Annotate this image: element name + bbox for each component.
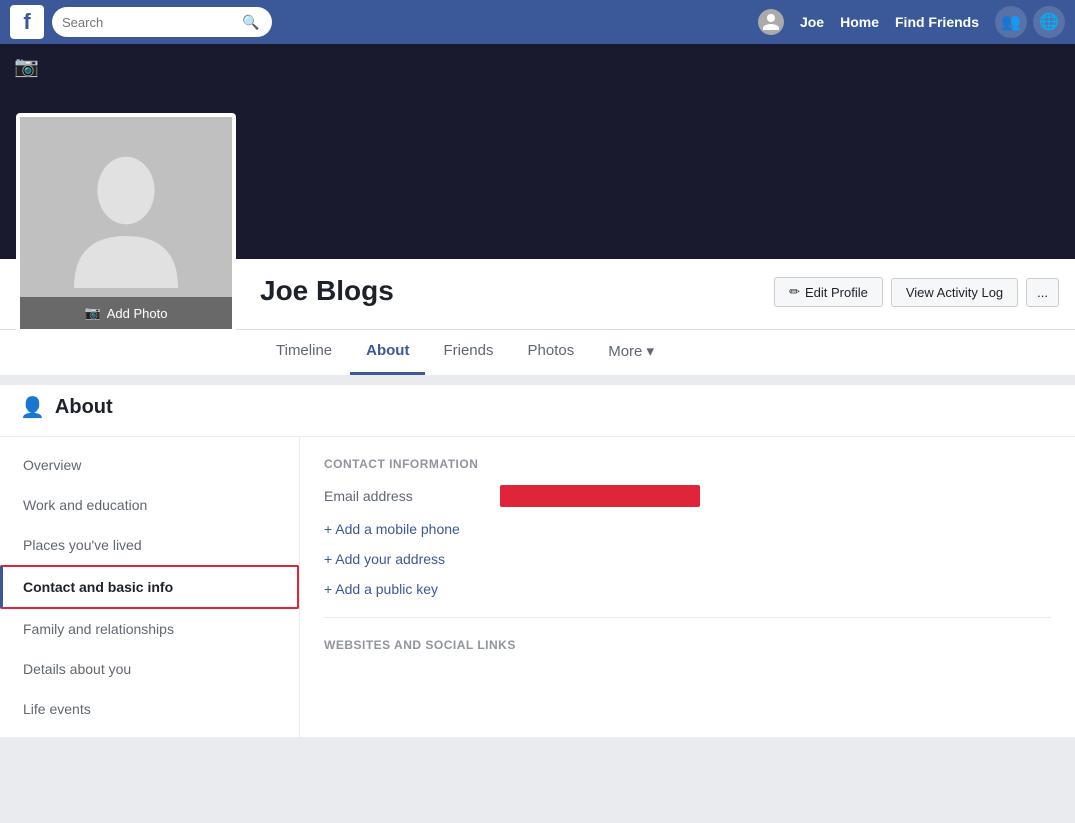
globe-icon[interactable]: 🌐 — [1033, 6, 1065, 38]
search-input[interactable] — [62, 15, 242, 30]
websites-section-label: WEBSITES AND SOCIAL LINKS — [324, 638, 1051, 652]
pencil-icon: ✏ — [789, 284, 800, 300]
sidebar-item-life[interactable]: Life events — [0, 689, 299, 729]
activity-log-label: View Activity Log — [906, 285, 1003, 300]
sidebar-item-work[interactable]: Work and education — [0, 485, 299, 525]
nav-icons: 👥 🌐 — [995, 6, 1065, 38]
about-wrapper: 👤 About Overview Work and education Plac… — [0, 385, 1075, 737]
person-icon: 👤 — [20, 395, 45, 420]
tab-photos[interactable]: Photos — [512, 330, 591, 375]
profile-section: 📷 Add Photo Joe Blogs ✏ Edit Profile Vie… — [0, 259, 1075, 375]
dots-icon: ... — [1037, 285, 1048, 300]
add-key-link[interactable]: + Add a public key — [324, 581, 1051, 597]
cover-camera-icon[interactable]: 📷 — [14, 54, 39, 79]
section-divider — [0, 375, 1075, 385]
profile-tabs: Timeline About Friends Photos More ▾ — [0, 329, 1075, 375]
navbar-home[interactable]: Home — [840, 14, 879, 30]
sidebar-item-overview[interactable]: Overview — [0, 445, 299, 485]
avatar[interactable] — [758, 9, 784, 35]
add-address-link[interactable]: + Add your address — [324, 551, 1051, 567]
section-divider-thin — [324, 617, 1051, 618]
edit-profile-button[interactable]: ✏ Edit Profile — [774, 277, 883, 307]
tab-friends[interactable]: Friends — [427, 330, 509, 375]
activity-log-button[interactable]: View Activity Log — [891, 278, 1018, 307]
about-container: Overview Work and education Places you'v… — [0, 437, 1075, 737]
email-label: Email address — [324, 488, 484, 504]
tab-timeline[interactable]: Timeline — [260, 330, 348, 375]
edit-profile-label: Edit Profile — [805, 285, 868, 300]
facebook-logo[interactable]: f — [10, 5, 44, 39]
sidebar-item-details[interactable]: Details about you — [0, 649, 299, 689]
about-content: CONTACT INFORMATION Email address + Add … — [300, 437, 1075, 737]
sidebar-item-contact[interactable]: Contact and basic info — [0, 565, 299, 609]
email-redacted — [500, 485, 700, 507]
about-header: 👤 About — [0, 385, 1075, 437]
about-sidebar: Overview Work and education Places you'v… — [0, 437, 300, 737]
profile-info-bar: Joe Blogs ✏ Edit Profile View Activity L… — [0, 259, 1075, 319]
email-row: Email address — [324, 485, 1051, 507]
profile-name: Joe Blogs — [260, 275, 774, 307]
contact-section-label: CONTACT INFORMATION — [324, 457, 1051, 471]
more-options-button[interactable]: ... — [1026, 278, 1059, 307]
navbar: f 🔍 Joe Home Find Friends 👥 🌐 — [0, 0, 1075, 44]
tab-more[interactable]: More ▾ — [592, 330, 670, 375]
navbar-find-friends[interactable]: Find Friends — [895, 14, 979, 30]
search-icon: 🔍 — [242, 14, 259, 31]
sidebar-item-family[interactable]: Family and relationships — [0, 609, 299, 649]
friends-icon[interactable]: 👥 — [995, 6, 1027, 38]
about-title: About — [55, 396, 113, 419]
navbar-username[interactable]: Joe — [800, 14, 824, 30]
sidebar-item-places[interactable]: Places you've lived — [0, 525, 299, 565]
tab-about[interactable]: About — [350, 330, 425, 375]
navbar-right: Joe Home Find Friends 👥 🌐 — [758, 6, 1065, 38]
search-bar: 🔍 — [52, 7, 272, 37]
profile-actions: ✏ Edit Profile View Activity Log ... — [774, 277, 1059, 307]
add-mobile-link[interactable]: + Add a mobile phone — [324, 521, 1051, 537]
